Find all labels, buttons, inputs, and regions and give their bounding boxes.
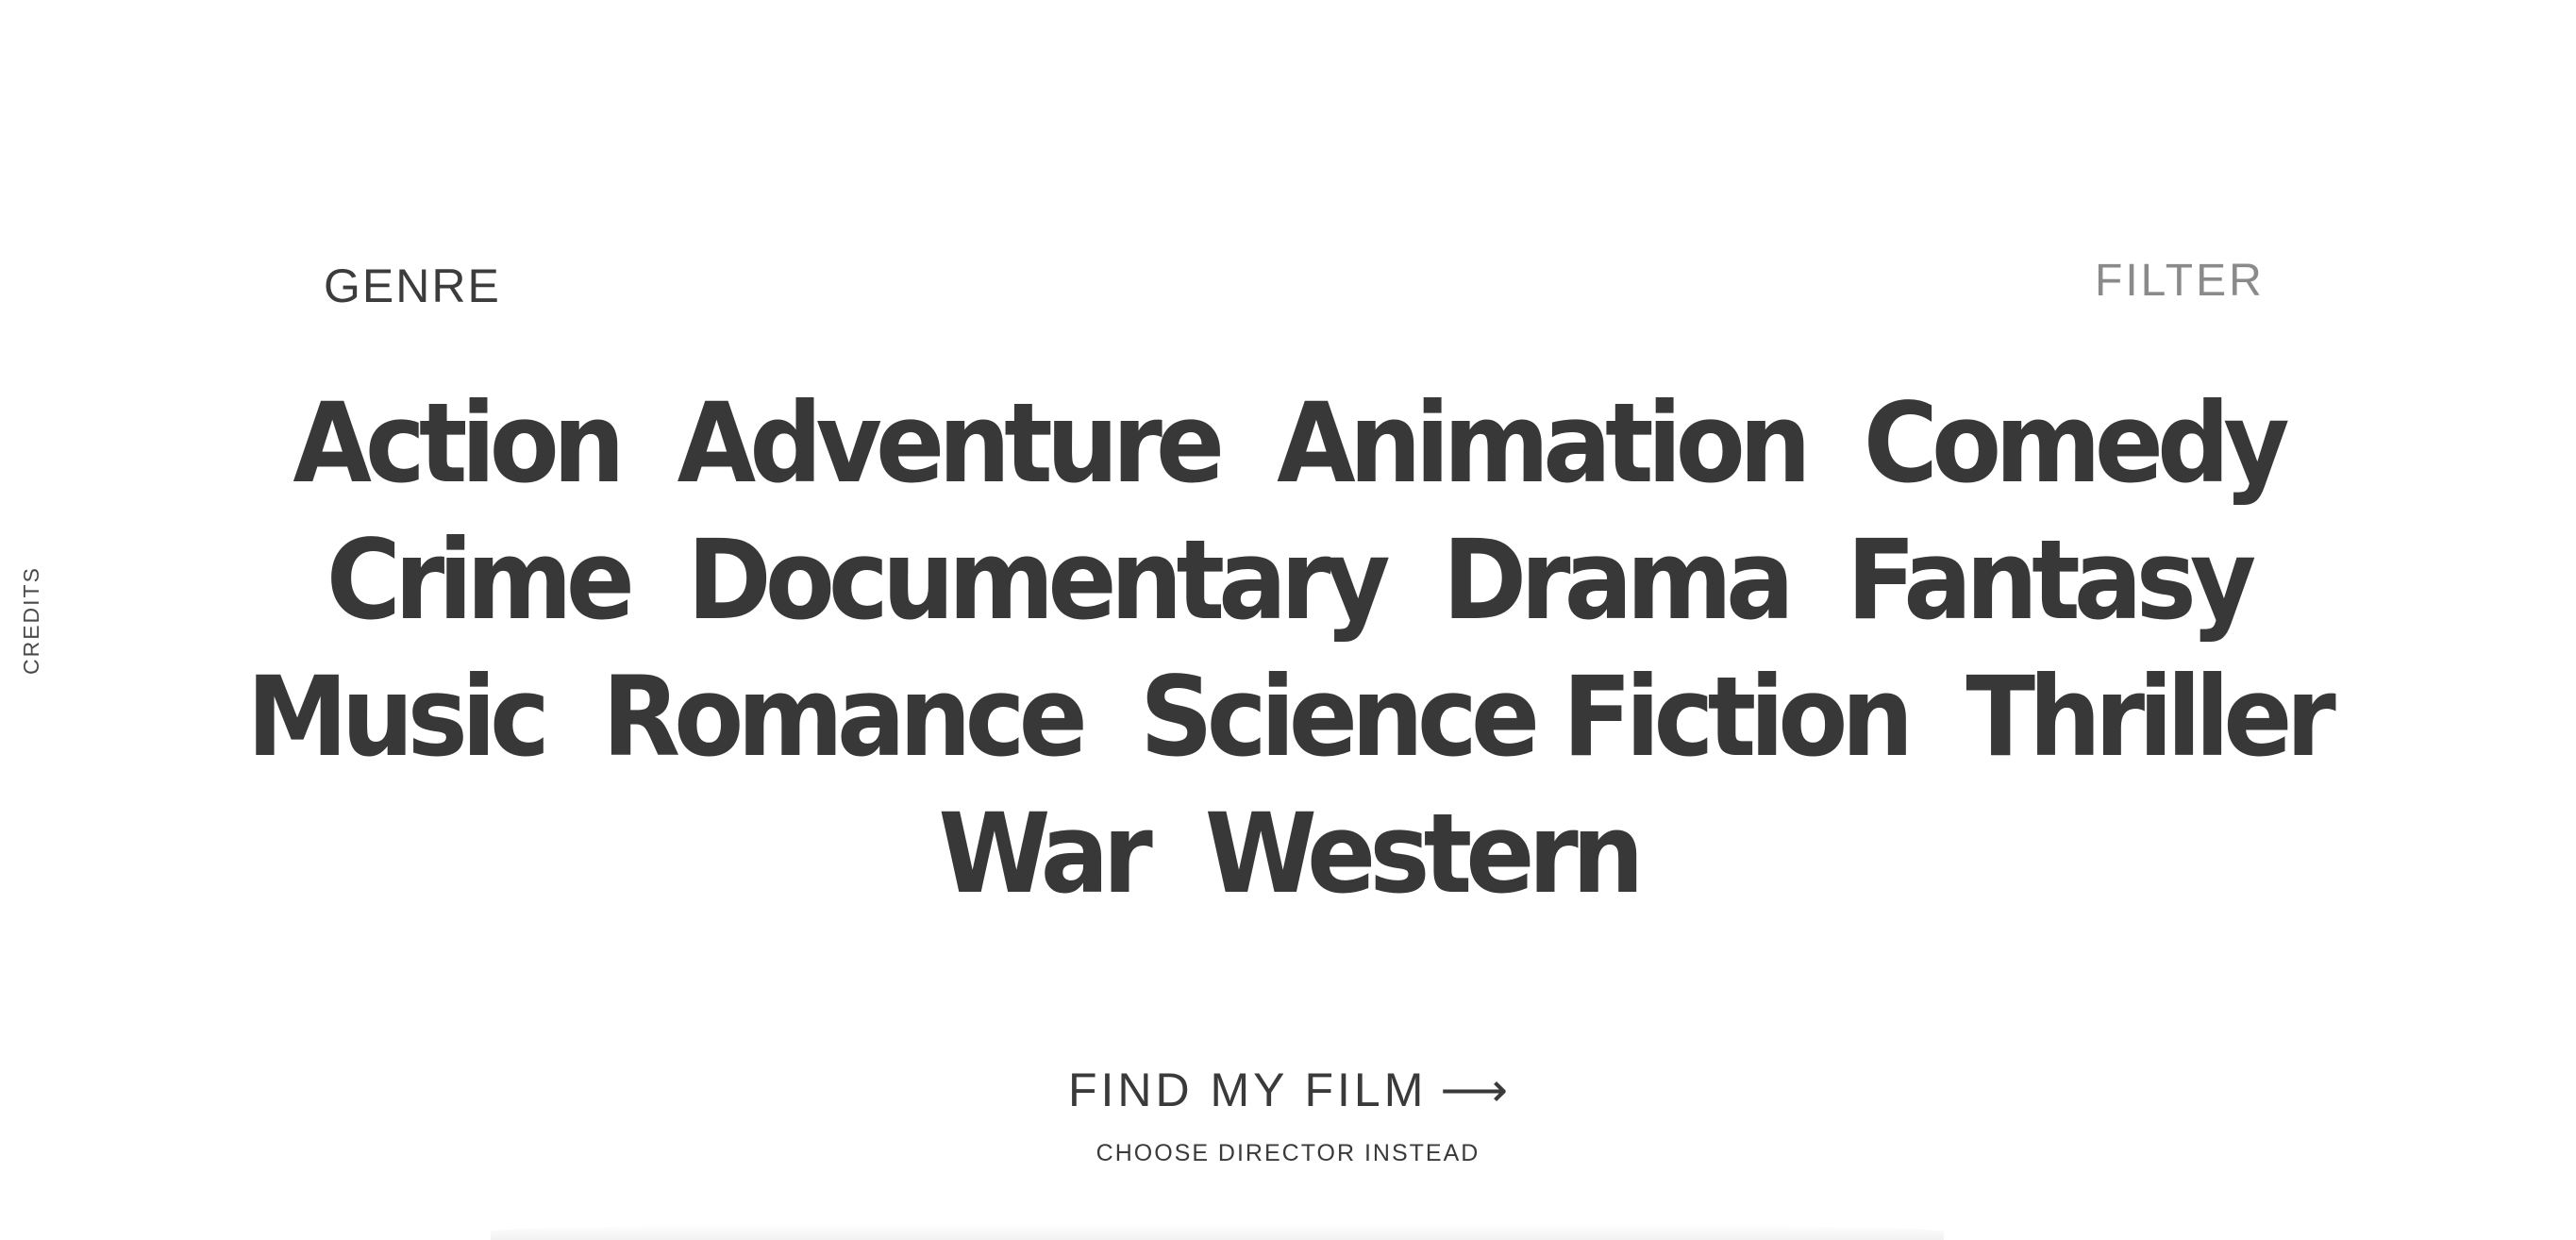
section-title-genre: GENRE <box>324 260 501 312</box>
genre-option-romance[interactable]: Romance <box>602 662 1088 773</box>
genre-option-drama[interactable]: Drama <box>1443 526 1795 636</box>
genre-option-documentary[interactable]: Documentary <box>687 526 1391 636</box>
genre-row: Action Adventure Animation Comedy <box>293 376 2290 512</box>
genre-option-music[interactable]: Music <box>246 662 550 773</box>
find-my-film-label: FIND MY FILM <box>1067 1064 1428 1116</box>
genre-option-thriller[interactable]: Thriller <box>1965 662 2335 773</box>
genre-option-adventure[interactable]: Adventure <box>677 389 1225 499</box>
genre-row: War Western <box>938 786 1645 923</box>
choose-director-link[interactable]: CHOOSE DIRECTOR INSTEAD <box>0 1142 2576 1165</box>
genre-option-animation[interactable]: Animation <box>1277 389 1812 499</box>
genre-option-fantasy[interactable]: Fantasy <box>1847 526 2256 636</box>
genre-row: Music Romance Science Fiction Thriller <box>246 649 2335 786</box>
genre-option-science-fiction[interactable]: Science Fiction <box>1140 662 1914 773</box>
genre-option-crime[interactable]: Crime <box>326 526 635 636</box>
find-my-film-button[interactable]: FIND MY FILM ⟶ <box>0 1066 2576 1114</box>
filter-button[interactable]: FILTER <box>2095 259 2265 304</box>
bottom-panel-edge <box>491 1223 1944 1240</box>
genre-option-western[interactable]: Western <box>1205 799 1645 910</box>
credits-link[interactable]: CREDITS <box>19 566 43 675</box>
genre-row: Crime Documentary Drama Fantasy <box>326 512 2257 649</box>
genre-cloud: Action Adventure Animation Comedy Crime … <box>246 376 2335 923</box>
genre-option-comedy[interactable]: Comedy <box>1864 389 2290 499</box>
genre-option-war[interactable]: War <box>938 799 1152 910</box>
genre-option-action[interactable]: Action <box>293 389 625 499</box>
arrow-right-icon: ⟶ <box>1440 1064 1509 1116</box>
